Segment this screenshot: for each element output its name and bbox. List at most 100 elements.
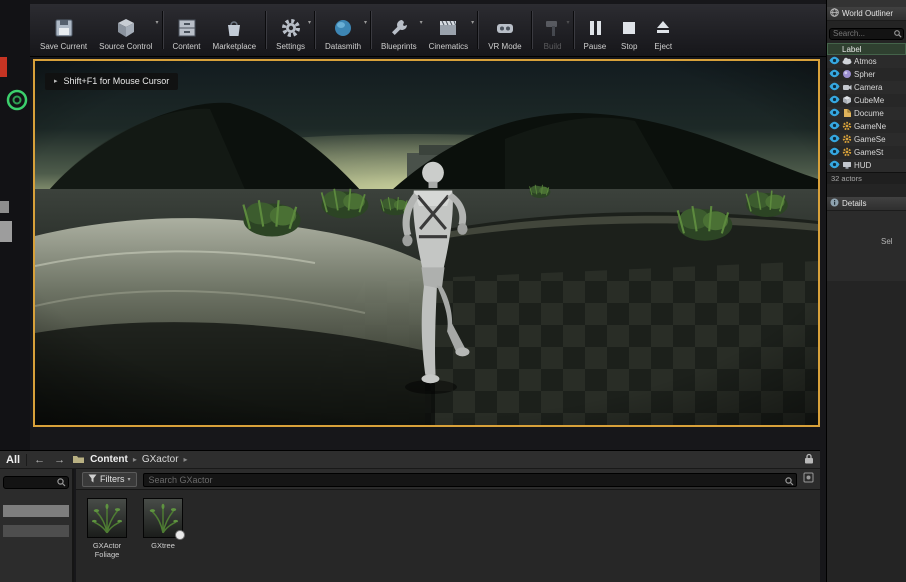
panel-title: World Outliner — [842, 9, 893, 18]
sphere-icon — [842, 69, 852, 81]
visibility-eye-icon[interactable] — [829, 121, 840, 132]
gear-icon — [842, 121, 852, 133]
visibility-eye-icon[interactable] — [829, 95, 840, 106]
outliner-search-input[interactable] — [829, 28, 904, 40]
search-icon — [785, 473, 794, 491]
left-panel-fragment — [0, 201, 9, 213]
wrench-icon — [388, 15, 410, 41]
actor-count: 32 actors — [827, 172, 906, 184]
all-label[interactable]: All — [6, 454, 27, 466]
pause-button[interactable]: Pause — [578, 6, 613, 54]
asset-tile-gxactor-foliage[interactable]: GXActor Foliage — [84, 498, 130, 582]
left-panel-edge — [0, 0, 30, 450]
breadcrumb-gxactor[interactable]: GXactor — [142, 454, 179, 465]
actor-label: GameSt — [854, 148, 883, 157]
breadcrumb-content[interactable]: Content — [90, 454, 128, 465]
chevron-down-icon[interactable]: ▾ — [155, 19, 158, 26]
folder-icon — [72, 451, 85, 469]
hud-icon — [842, 160, 852, 172]
camera-icon — [842, 82, 852, 94]
status-ring-icon — [5, 88, 29, 117]
details-body: Sel — [827, 211, 906, 281]
source-control-button[interactable]: Source Control ▾ — [93, 6, 158, 54]
toolbar-separator — [573, 11, 575, 49]
back-button[interactable]: ← — [32, 454, 47, 466]
actor-label: Docume — [854, 109, 884, 118]
outliner-row[interactable]: Atmos — [827, 55, 906, 68]
settings-button[interactable]: Settings ▾ — [270, 6, 311, 54]
content-browser-breadcrumb-bar: All ← → Content ▸ GXactor ▸ — [0, 450, 820, 469]
gear-icon — [842, 147, 852, 159]
blueprints-button[interactable]: Blueprints ▾ — [375, 6, 423, 54]
fog-icon — [842, 56, 852, 68]
chevron-down-icon: ▾ — [567, 19, 570, 26]
stop-button[interactable]: Stop — [612, 6, 646, 54]
clapperboard-icon — [437, 15, 459, 41]
chevron-down-icon[interactable]: ▾ — [471, 19, 474, 26]
globe-icon — [830, 8, 839, 19]
toolbar-separator — [265, 11, 267, 49]
chevron-down-icon[interactable]: ▾ — [308, 19, 311, 26]
hammer-icon — [542, 15, 564, 41]
outliner-row[interactable]: HUD — [827, 159, 906, 172]
gear-icon — [842, 134, 852, 146]
outliner-row[interactable]: Spher — [827, 68, 906, 81]
visibility-eye-icon[interactable] — [829, 108, 840, 119]
game-scene[interactable] — [35, 61, 818, 425]
visibility-eye-icon[interactable] — [829, 69, 840, 80]
asset-thumbnail[interactable] — [87, 498, 127, 538]
visibility-eye-icon[interactable] — [829, 56, 840, 67]
datasmith-button[interactable]: Datasmith ▾ — [319, 6, 367, 54]
forward-button[interactable]: → — [52, 454, 67, 466]
content-button[interactable]: Content — [167, 6, 207, 54]
cinematics-button[interactable]: Cinematics ▾ — [423, 6, 475, 54]
lock-icon[interactable] — [804, 451, 814, 469]
vr-mode-button[interactable]: VR Mode — [482, 6, 527, 54]
left-panel-fragment — [0, 221, 12, 242]
asset-search-input[interactable] — [143, 473, 797, 487]
breadcrumb-caret-icon: ▸ — [133, 455, 137, 464]
visibility-eye-icon[interactable] — [829, 134, 840, 145]
outliner-row[interactable]: GameNe — [827, 120, 906, 133]
content-browser-filter-row: Filters ▾ — [76, 469, 820, 490]
asset-name: GXtree — [140, 541, 186, 550]
outliner-row[interactable]: GameSt — [827, 146, 906, 159]
outliner-row[interactable]: Camera — [827, 81, 906, 94]
outliner-row[interactable]: CubeMe — [827, 94, 906, 107]
pause-icon — [584, 15, 606, 41]
chevron-down-icon[interactable]: ▾ — [364, 19, 367, 26]
details-empty-text: Sel — [827, 211, 906, 246]
panel-top-strip — [827, 0, 906, 7]
eject-button[interactable]: Eject — [646, 6, 680, 54]
toolbar-separator — [314, 11, 316, 49]
outliner-row[interactable]: Docume — [827, 107, 906, 120]
actor-label: Camera — [854, 83, 882, 92]
collection-item[interactable] — [3, 525, 69, 537]
panel-title: Details — [842, 199, 866, 208]
document-icon — [842, 108, 852, 120]
outliner-column-label[interactable]: Label — [827, 43, 906, 55]
visibility-eye-icon[interactable] — [829, 160, 840, 171]
asset-tile-gxtree[interactable]: GXtree — [140, 498, 186, 582]
mouse-cursor-hint: ▸ Shift+F1 for Mouse Cursor — [45, 73, 178, 90]
source-control-icon — [115, 15, 137, 41]
outliner-row[interactable]: GameSe — [827, 133, 906, 146]
marketplace-button[interactable]: Marketplace — [207, 6, 263, 54]
hint-text: Shift+F1 for Mouse Cursor — [64, 76, 170, 86]
save-search-icon[interactable] — [803, 470, 814, 488]
visibility-eye-icon[interactable] — [829, 147, 840, 158]
asset-grid: GXActor Foliage GXtree — [76, 490, 820, 582]
asset-thumbnail[interactable] — [143, 498, 183, 538]
collection-item[interactable] — [3, 505, 69, 517]
tab-details[interactable]: Details — [827, 197, 906, 211]
breadcrumb-caret-icon: ▸ — [184, 455, 188, 464]
save-icon — [53, 15, 75, 41]
save-current-button[interactable]: Save Current — [34, 6, 93, 54]
blueprint-sphere-badge — [175, 530, 185, 540]
game-viewport[interactable]: ▸ Shift+F1 for Mouse Cursor — [33, 59, 820, 427]
actor-label: Spher — [854, 70, 875, 79]
filters-button[interactable]: Filters ▾ — [82, 472, 137, 487]
cube-icon — [842, 95, 852, 107]
tab-world-outliner[interactable]: World Outliner — [827, 7, 906, 21]
visibility-eye-icon[interactable] — [829, 82, 840, 93]
